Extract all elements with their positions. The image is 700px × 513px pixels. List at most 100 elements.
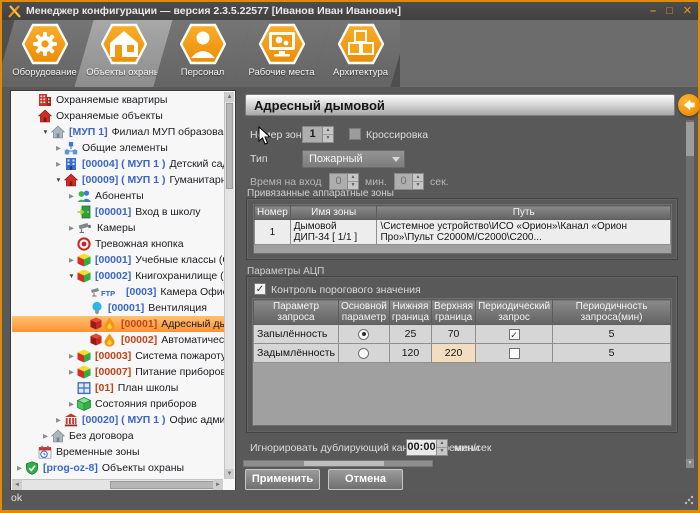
tree-item[interactable]: Временные зоны <box>12 444 224 460</box>
ignore-time-stepper[interactable]: 00:00 ▲▼ <box>406 439 448 456</box>
window-title: Менеджер конфигурации — версия 2.3.5.225… <box>26 5 401 17</box>
tree-item[interactable]: Охраняемые объекты <box>12 108 224 124</box>
scroll-up-icon[interactable]: ▲ <box>225 92 234 102</box>
high-bound-cell[interactable]: 220 <box>432 344 476 363</box>
tree-item[interactable]: ▶Общие элементы <box>12 140 224 156</box>
expander-closed-icon[interactable]: ▶ <box>66 192 77 200</box>
tree-horizontal-scrollbar[interactable]: ◄ ► <box>12 479 223 490</box>
maximize-button[interactable]: □ <box>666 4 673 18</box>
panel-horizontal-scrollbar[interactable] <box>243 460 433 467</box>
adc-col-header[interactable]: Параметр запроса <box>254 300 339 325</box>
hw-col-header[interactable]: Путь <box>377 206 671 220</box>
tree-item[interactable]: ▶Камеры <box>12 220 224 236</box>
expander-closed-icon[interactable]: ▶ <box>53 416 64 424</box>
tree-item[interactable]: ▶[00003]Система пожаротушения (АСПТ) <box>12 348 224 364</box>
tree-item[interactable]: ▼[00002]Книгохранилище (С2000-КДЛ) <box>12 268 224 284</box>
panel-vscroll-thumb[interactable] <box>686 122 694 156</box>
primary-radio[interactable] <box>358 329 369 340</box>
panel-hscroll-thumb[interactable] <box>304 461 384 466</box>
period-value-cell[interactable]: 5 <box>553 325 671 344</box>
table-row[interactable]: Задымлённость1202205 <box>254 344 671 363</box>
stepper-arrows-icon[interactable]: ▲▼ <box>322 127 333 142</box>
tree-hscroll-thumb[interactable] <box>110 481 220 489</box>
expander-open-icon[interactable]: ▼ <box>66 273 77 280</box>
adc-col-header[interactable]: Периодичность запроса(мин) <box>553 300 671 325</box>
low-bound-cell[interactable]: 25 <box>389 325 431 344</box>
stepper-arrows-icon[interactable]: ▲▼ <box>347 174 358 189</box>
expander-closed-icon[interactable]: ▶ <box>66 400 77 408</box>
scroll-left-icon[interactable]: ◄ <box>12 480 22 490</box>
tree-item[interactable]: [00001]Вентиляция <box>12 300 224 316</box>
expander-closed-icon[interactable]: ▶ <box>53 160 64 168</box>
tree-item[interactable]: ▼[00009] ( МУП 1 )Гуманитарный лицей № 9 <box>12 172 224 188</box>
tree-item[interactable]: [00002]Автоматический пламени <box>12 332 224 348</box>
minimize-button[interactable]: – <box>650 4 656 18</box>
table-row[interactable]: 1Дымовой ДИП-34 [ 1/1 ]\Системное устрой… <box>255 220 671 245</box>
low-bound-cell[interactable]: 120 <box>389 344 431 363</box>
tree-item[interactable]: ▶[prog-oz-8]Объекты охраны <box>12 460 224 476</box>
expander-closed-icon[interactable]: ▶ <box>66 256 77 264</box>
tree-item[interactable]: ▶[00020] ( МУП 1 )Офис администрации упр… <box>12 412 224 428</box>
high-bound-cell[interactable]: 70 <box>432 325 476 344</box>
tree-item[interactable]: FTP[0003]Камера Офис FTP <box>12 284 224 300</box>
primary-radio[interactable] <box>358 348 369 359</box>
entry-seconds-stepper[interactable]: 0 ▲▼ <box>394 173 424 190</box>
stepper-arrows-icon[interactable]: ▲▼ <box>412 174 423 189</box>
threshold-control-checkbox[interactable]: ✓ <box>254 283 266 295</box>
tree-item[interactable]: [00001]Адресный дымовой <box>12 316 224 332</box>
expander-closed-icon[interactable]: ▶ <box>40 432 51 440</box>
tree-vscroll-thumb[interactable] <box>226 103 233 189</box>
hw-col-header[interactable]: Имя зоны <box>290 206 377 220</box>
tree-item[interactable]: ▶Абоненты <box>12 188 224 204</box>
tree-item[interactable]: Охраняемые квартиры <box>12 92 224 108</box>
cancel-button[interactable]: Отмена <box>328 469 403 490</box>
periodic-checkbox-cell[interactable] <box>476 344 553 363</box>
panel-vertical-scrollbar[interactable]: ▼ <box>686 120 694 468</box>
scroll-right-icon[interactable]: ► <box>213 480 223 490</box>
tree-item[interactable]: ▶[00001]Учебные классы (Сигнал 10) <box>12 252 224 268</box>
expander-closed-icon[interactable]: ▶ <box>66 352 77 360</box>
close-button[interactable]: ✕ <box>683 4 692 18</box>
primary-radio-cell[interactable] <box>339 344 390 363</box>
tree-vertical-scrollbar[interactable]: ▲ ▼ <box>224 92 234 479</box>
resize-grip[interactable] <box>684 495 694 505</box>
expander-closed-icon[interactable]: ▶ <box>53 144 64 152</box>
period-value-cell[interactable]: 5 <box>553 344 671 363</box>
adc-col-header[interactable]: Основной параметр <box>339 300 390 325</box>
scroll-down-icon[interactable]: ▼ <box>225 469 234 479</box>
stepper-arrows-icon[interactable]: ▲▼ <box>436 440 447 455</box>
expander-closed-icon[interactable]: ▶ <box>14 464 25 472</box>
toolbar-button-2[interactable]: Объекты охраны <box>84 20 163 87</box>
tree-item[interactable]: ▼[МУП 1]Филиал МУП образования МО Орехов… <box>12 124 224 140</box>
back-button[interactable] <box>678 94 700 116</box>
expander-closed-icon[interactable]: ▶ <box>66 368 77 376</box>
adc-col-header[interactable]: Нижняя граница <box>389 300 431 325</box>
periodic-checkbox[interactable] <box>509 348 520 359</box>
tree-item[interactable]: Тревожная кнопка <box>12 236 224 252</box>
toolbar-button-3[interactable]: Персонал <box>163 20 242 87</box>
periodic-checkbox-cell[interactable]: ✓ <box>476 325 553 344</box>
expander-closed-icon[interactable]: ▶ <box>66 224 77 232</box>
toolbar-button-4[interactable]: Рабочие места <box>242 20 321 87</box>
apply-button[interactable]: Применить <box>245 469 320 490</box>
adc-col-header[interactable]: Периодический запрос <box>476 300 553 325</box>
expander-open-icon[interactable]: ▼ <box>53 177 64 184</box>
hw-col-header[interactable]: Номер <box>255 206 291 220</box>
type-select[interactable]: Пожарный <box>302 150 405 168</box>
tree-item[interactable]: ▶Состояния приборов <box>12 396 224 412</box>
toolbar-button-5[interactable]: Архитектура <box>321 20 400 87</box>
tree-item[interactable]: ▶[00004] ( МУП 1 )Детский сад "Рябинка" <box>12 156 224 172</box>
crossing-checkbox[interactable] <box>349 128 361 140</box>
periodic-checkbox[interactable]: ✓ <box>509 329 520 340</box>
tree-item[interactable]: [00001]Вход в школу <box>12 204 224 220</box>
adc-col-header[interactable]: Верхняя граница <box>432 300 476 325</box>
table-row[interactable]: Запылённость2570✓5 <box>254 325 671 344</box>
primary-radio-cell[interactable] <box>339 325 390 344</box>
expander-open-icon[interactable]: ▼ <box>40 129 51 136</box>
toolbar-button-1[interactable]: Оборудование <box>5 20 84 87</box>
tree-item[interactable]: ▶[00007]Питание приборов <box>12 364 224 380</box>
zone-number-stepper[interactable]: 1 ▲▼ <box>302 126 334 143</box>
scroll-down-icon[interactable]: ▼ <box>686 459 694 468</box>
tree-item[interactable]: ▶Без договора <box>12 428 224 444</box>
tree-item[interactable]: [01]План школы <box>12 380 224 396</box>
